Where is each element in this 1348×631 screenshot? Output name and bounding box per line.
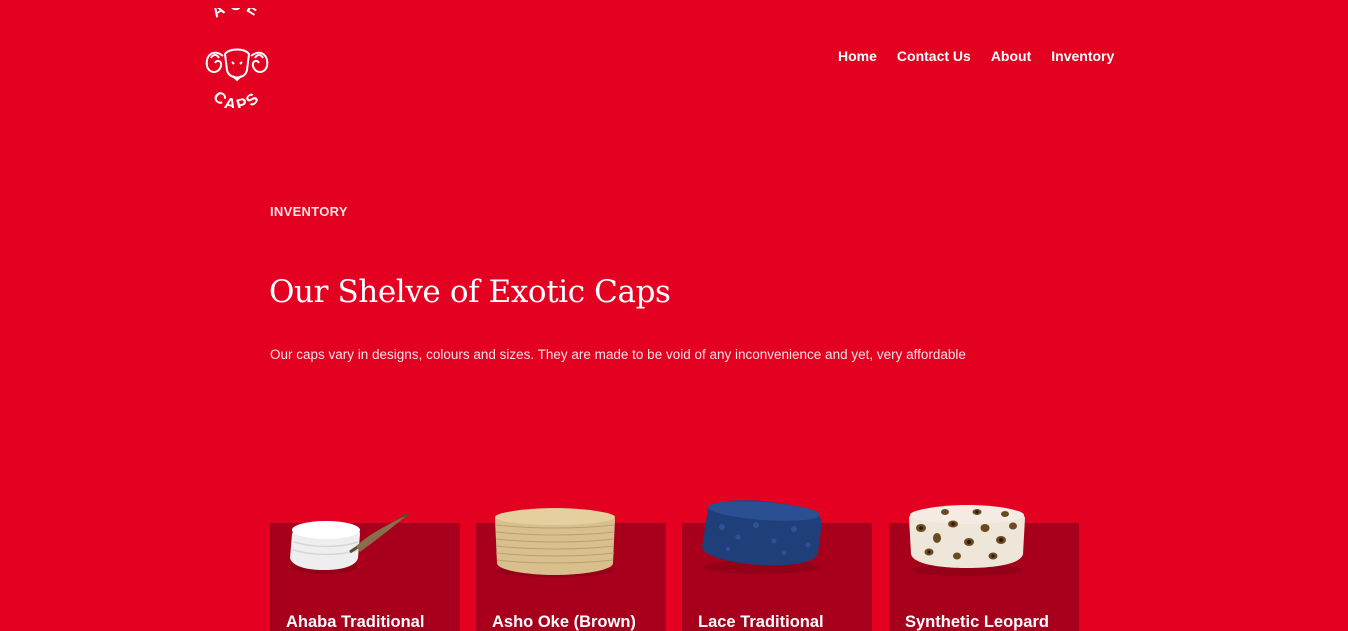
svg-text:CAPS: CAPS xyxy=(210,88,265,108)
page: ACE CAPS Home Contact Us About Inventory… xyxy=(0,0,1348,631)
nav-about[interactable]: About xyxy=(991,46,1031,66)
nav-home[interactable]: Home xyxy=(838,46,877,66)
ace-caps-logo[interactable]: ACE CAPS xyxy=(199,0,275,115)
product-title[interactable]: Asho Oke (Brown) xyxy=(492,613,636,631)
ram-logo-icon: ACE CAPS xyxy=(205,0,269,115)
blue-lace-cap-image[interactable] xyxy=(698,497,826,577)
product-title[interactable]: Lace Traditional xyxy=(698,613,824,631)
white-cap-image[interactable] xyxy=(284,508,414,580)
main-nav: Home Contact Us About Inventory xyxy=(838,46,1114,66)
nav-inventory[interactable]: Inventory xyxy=(1051,46,1114,66)
product-title[interactable]: Synthetic Leopard xyxy=(905,613,1049,631)
section-eyebrow: INVENTORY xyxy=(270,204,348,219)
logo-bottom-text: CAPS xyxy=(210,88,262,114)
nav-contact-us[interactable]: Contact Us xyxy=(897,46,971,66)
product-title[interactable]: Ahaba Traditional xyxy=(286,613,424,631)
svg-text:ACE: ACE xyxy=(209,8,265,21)
beige-cap-image[interactable] xyxy=(492,505,618,579)
page-title: Our Shelve of Exotic Caps xyxy=(269,274,671,310)
leopard-cap-image[interactable] xyxy=(905,502,1029,578)
section-description: Our caps vary in designs, colours and si… xyxy=(270,347,966,362)
logo-top-text: ACE xyxy=(209,0,261,21)
